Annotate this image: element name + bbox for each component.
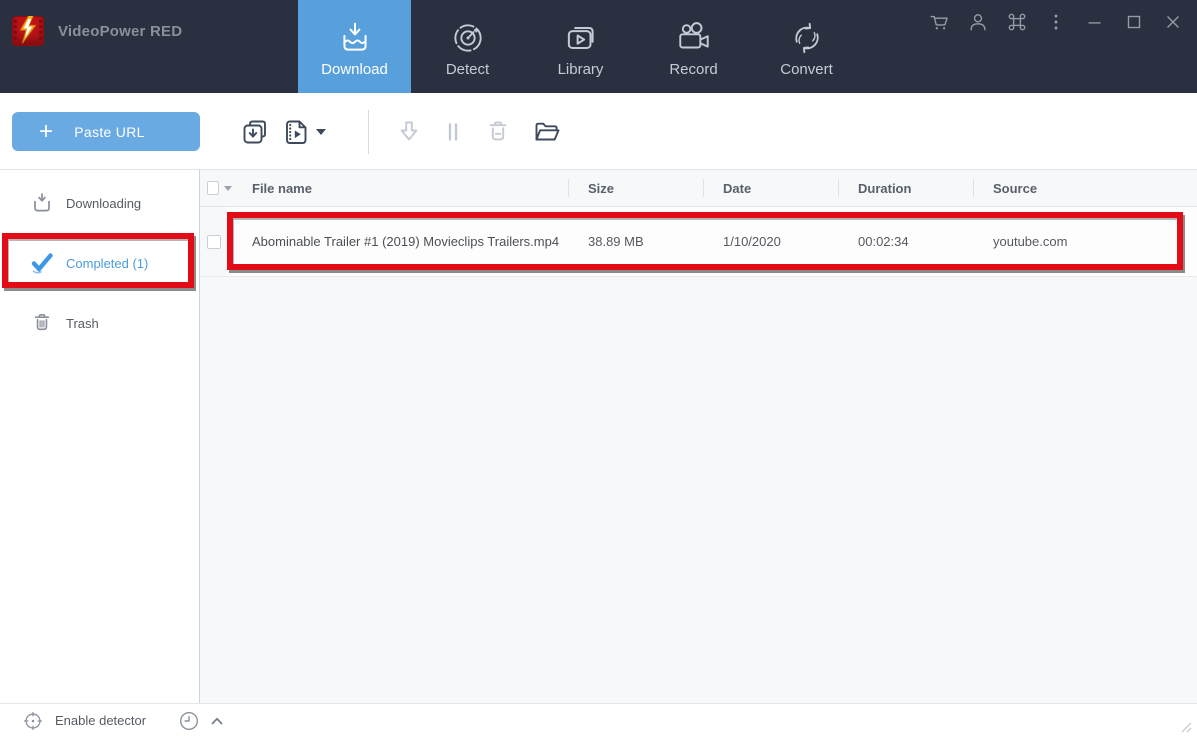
sidebar-item-downloading[interactable]: Downloading	[0, 173, 199, 233]
toolbar-divider	[368, 109, 369, 154]
minimize-icon[interactable]	[1083, 10, 1107, 34]
tab-label: Record	[669, 61, 718, 78]
main-nav: Download Detect Library Record Convert	[298, 0, 863, 93]
status-bar: Enable detector	[0, 703, 1197, 737]
chevron-down-icon	[316, 128, 326, 135]
sidebar-item-label: Downloading	[66, 195, 142, 211]
row-source: youtube.com	[993, 234, 1068, 249]
download-list-panel: File name Size Date Duration Source Abom…	[200, 170, 1197, 703]
close-icon[interactable]	[1161, 10, 1185, 34]
download-icon	[336, 17, 374, 59]
paste-url-button[interactable]: + Paste URL	[12, 112, 200, 151]
row-date: 1/10/2020	[723, 234, 781, 249]
tab-label: Library	[557, 61, 604, 78]
sidebar-item-completed[interactable]: Completed (1)	[0, 233, 199, 293]
row-check-cell	[200, 234, 232, 249]
select-all-checkbox[interactable]	[207, 181, 219, 195]
enable-detector-toggle[interactable]: Enable detector	[22, 710, 146, 732]
row-checkbox[interactable]	[207, 234, 221, 249]
chevron-up-icon[interactable]	[209, 714, 225, 728]
pause-icon[interactable]	[431, 119, 475, 145]
title-bar: VideoPower RED Download Detect Library R…	[0, 0, 1197, 93]
delete-icon[interactable]	[475, 118, 521, 146]
row-size: 38.89 MB	[588, 234, 644, 249]
user-icon[interactable]	[966, 10, 990, 34]
row-duration: 00:02:34	[858, 234, 909, 249]
open-folder-icon[interactable]	[521, 118, 573, 146]
column-header-duration[interactable]: Duration	[838, 181, 973, 196]
videopower-red-window: VideoPower RED Download Detect Library R…	[0, 0, 1197, 737]
detect-icon	[449, 17, 487, 59]
column-header-date[interactable]: Date	[703, 181, 838, 196]
video-format-icon[interactable]	[278, 117, 330, 147]
row-file-name: Abominable Trailer #1 (2019) Movieclips …	[252, 234, 560, 249]
column-header-source[interactable]: Source	[973, 181, 1197, 196]
record-icon	[675, 17, 713, 59]
download-toolbar: + Paste URL	[0, 93, 1197, 170]
tab-library[interactable]: Library	[524, 0, 637, 93]
toolbar-actions	[232, 93, 573, 170]
header-check-cell	[200, 181, 232, 195]
downloading-icon	[29, 191, 55, 215]
trash-icon	[29, 311, 55, 335]
main-area: Downloading Completed (1) Trash File nam…	[0, 170, 1197, 703]
app-brand: VideoPower RED	[12, 16, 182, 46]
detector-target-icon	[22, 710, 44, 732]
window-controls	[927, 10, 1185, 34]
tab-label: Detect	[445, 61, 490, 78]
tab-download[interactable]: Download	[298, 0, 411, 93]
schedule-clock-icon[interactable]	[177, 709, 201, 733]
convert-icon	[788, 17, 826, 59]
select-dropdown-caret-icon[interactable]	[224, 185, 232, 191]
resize-grip[interactable]	[1179, 720, 1192, 733]
column-header-size[interactable]: Size	[568, 181, 703, 196]
sidebar: Downloading Completed (1) Trash	[0, 170, 200, 703]
column-header-file-name[interactable]: File name	[232, 181, 568, 196]
paste-url-label: Paste URL	[74, 123, 145, 140]
sidebar-item-label: Trash	[66, 315, 99, 331]
download-row[interactable]: Abominable Trailer #1 (2019) Movieclips …	[200, 207, 1197, 277]
plus-icon: +	[39, 117, 54, 145]
tab-label: Convert	[780, 61, 833, 78]
table-header: File name Size Date Duration Source	[200, 170, 1197, 207]
resume-download-icon[interactable]	[387, 118, 431, 146]
tab-record[interactable]: Record	[637, 0, 750, 93]
tab-convert[interactable]: Convert	[750, 0, 863, 93]
tab-label: Download	[321, 61, 388, 78]
sidebar-item-trash[interactable]: Trash	[0, 293, 199, 353]
app-title: VideoPower RED	[58, 22, 183, 40]
completed-check-icon	[29, 250, 55, 276]
cart-icon[interactable]	[927, 10, 951, 34]
app-logo-icon	[12, 16, 44, 46]
sidebar-item-label: Completed (1)	[66, 255, 149, 271]
enable-detector-label: Enable detector	[55, 713, 147, 728]
library-icon	[562, 17, 600, 59]
kebab-menu-icon[interactable]	[1044, 10, 1068, 34]
maximize-icon[interactable]	[1122, 10, 1146, 34]
tab-detect[interactable]: Detect	[411, 0, 524, 93]
command-icon[interactable]	[1005, 10, 1029, 34]
batch-download-icon[interactable]	[232, 117, 278, 147]
